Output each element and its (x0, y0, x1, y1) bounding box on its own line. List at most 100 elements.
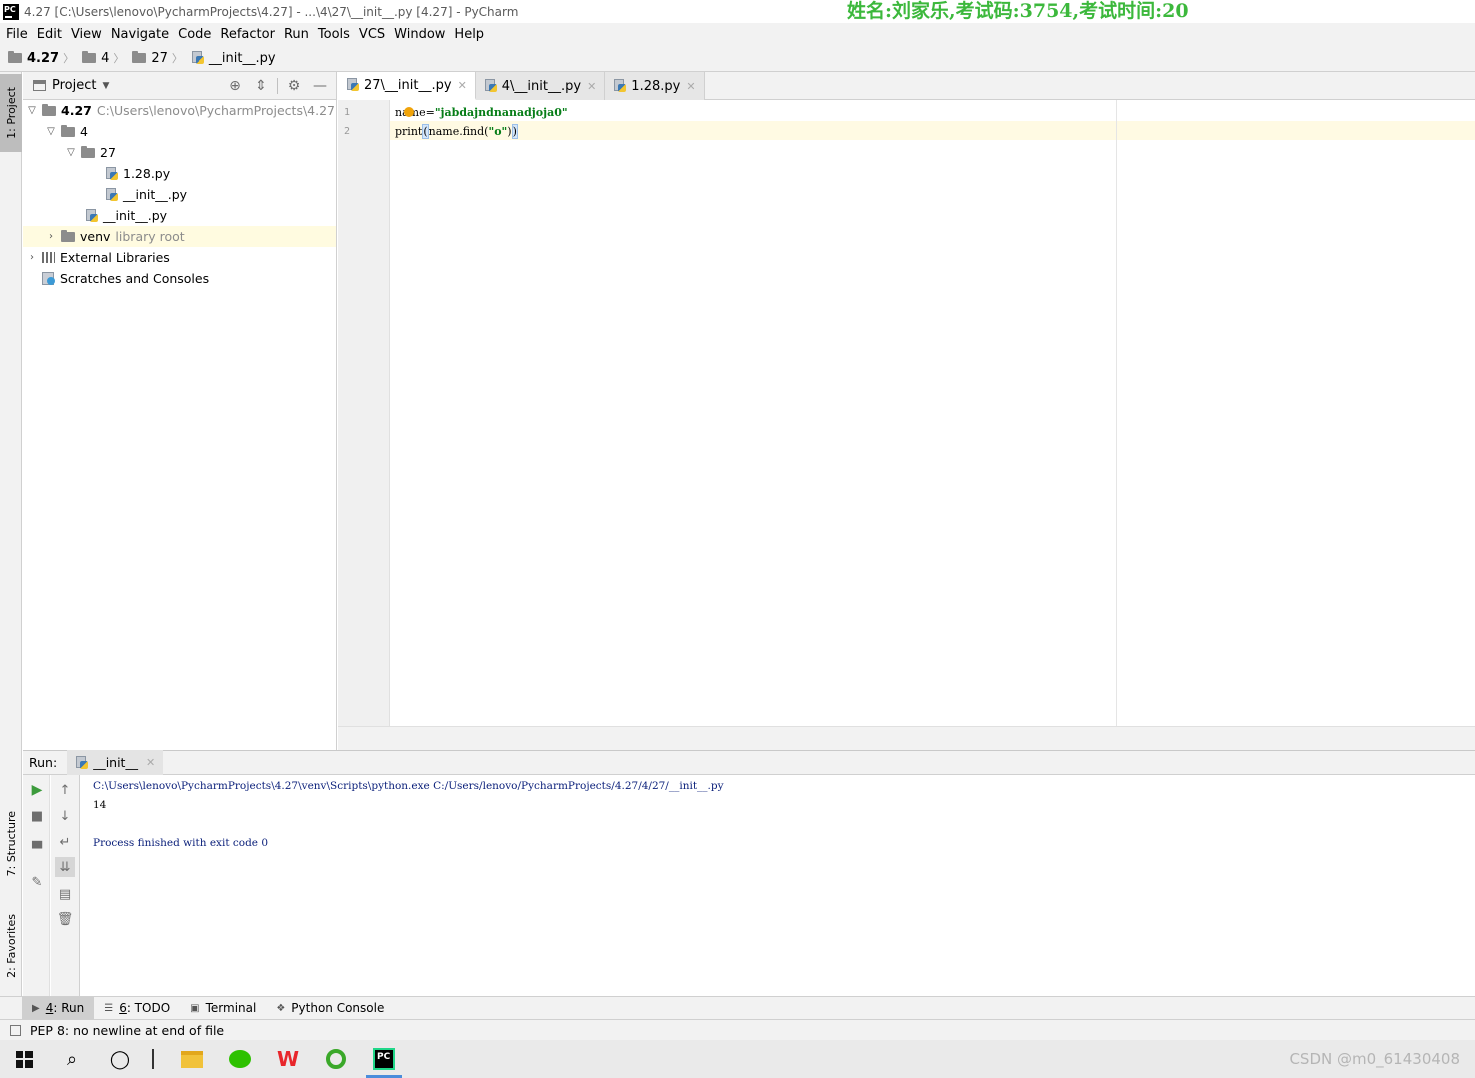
browser-icon[interactable] (312, 1040, 360, 1078)
python-file-icon (191, 51, 205, 65)
file-explorer-icon[interactable] (168, 1040, 216, 1078)
editor-tabs: 27\__init__.py ✕ 4\__init__.py ✕ 1.28.py… (338, 72, 1475, 100)
status-toggle-icon[interactable] (10, 1024, 21, 1036)
tool-window-python-console-button[interactable]: ❖ Python Console (266, 997, 394, 1020)
menu-navigate[interactable]: Navigate (107, 27, 173, 42)
locate-file-icon[interactable]: ⊕ (225, 76, 245, 96)
line-number: 1 (344, 107, 351, 118)
chevron-right-icon: 〉 (171, 52, 183, 65)
project-panel-header: Project ▼ ⊕ ⇕ ⚙ — (23, 72, 336, 100)
project-view-selector[interactable]: Project (52, 78, 96, 93)
wps-icon[interactable]: W (264, 1040, 312, 1078)
run-console[interactable]: C:\Users\lenovo\PycharmProjects\4.27\ven… (80, 775, 1475, 996)
tree-item-folder-27[interactable]: ▽ 27 (23, 142, 336, 163)
arrow-up-icon[interactable]: ↑ (55, 780, 75, 800)
scroll-to-end-icon[interactable]: ⇊ (55, 857, 75, 877)
line-number: 2 (344, 126, 351, 137)
soft-wrap-icon[interactable]: ↵ (55, 832, 75, 852)
layout-icon[interactable]: ▀ (27, 839, 47, 859)
menu-tools[interactable]: Tools (314, 27, 354, 42)
arrow-down-icon[interactable]: ↓ (55, 806, 75, 826)
cortana-icon[interactable]: ◯ (96, 1040, 144, 1078)
run-toolbar-secondary: ↑ ↓ ↵ ⇊ ▤ 🗑 (51, 775, 80, 996)
tree-item-venv[interactable]: › venv library root (23, 226, 336, 247)
tree-item-file[interactable]: __init__.py (23, 184, 336, 205)
tool-window-todo-button[interactable]: ☰ 6: TODO (94, 997, 180, 1020)
rerun-icon[interactable]: ▶ (27, 780, 47, 800)
status-message: PEP 8: no newline at end of file (30, 1022, 225, 1038)
tool-window-favorites-button[interactable]: 2: Favorites (0, 902, 22, 990)
tree-item-file[interactable]: __init__.py (23, 205, 336, 226)
tree-item-folder-4[interactable]: ▽ 4 (23, 121, 336, 142)
status-bar: PEP 8: no newline at end of file (0, 1019, 1475, 1040)
exam-banner: 姓名:刘家乐,考试码:3754,考试时间:20 (847, 0, 1189, 22)
folder-icon (82, 51, 97, 63)
chevron-down-icon[interactable]: ▼ (102, 81, 109, 91)
menu-edit[interactable]: Edit (33, 27, 66, 42)
close-icon[interactable]: ✕ (146, 756, 155, 769)
gear-icon[interactable]: ⚙ (284, 76, 304, 96)
folder-icon (8, 51, 22, 63)
code-line-2[interactable]: print(name.find("o")) (395, 122, 518, 141)
breadcrumb-file[interactable]: __init__.py (191, 51, 276, 66)
project-window-icon (33, 80, 46, 91)
menu-vcs[interactable]: VCS (355, 27, 389, 42)
chevron-down-icon[interactable]: ▽ (64, 147, 78, 158)
print-icon[interactable]: ▤ (55, 884, 75, 904)
folder-icon (42, 103, 56, 116)
hide-panel-icon[interactable]: — (310, 76, 330, 96)
library-icon (42, 252, 55, 263)
python-icon (75, 755, 89, 770)
tree-item-file[interactable]: 1.28.py (23, 163, 336, 184)
folder-icon (132, 51, 147, 63)
editor-tab-4-init[interactable]: 4\__init__.py ✕ (475, 72, 606, 100)
stop-icon[interactable]: ■ (27, 806, 47, 826)
tree-item-external-libraries[interactable]: › External Libraries (23, 247, 336, 268)
run-label: Run: (29, 755, 58, 770)
menu-help[interactable]: Help (450, 27, 488, 42)
menu-run[interactable]: Run (280, 27, 313, 42)
collapse-all-icon[interactable]: ⇕ (251, 76, 271, 96)
tool-window-project-button[interactable]: 1: Project (0, 74, 22, 152)
breadcrumb-folder-4[interactable]: 4 〉 (82, 50, 128, 66)
tree-item-root[interactable]: ▽ 4.27 C:\Users\lenovo\PycharmProjects\4… (23, 100, 336, 121)
pycharm-taskbar-icon[interactable]: PC (360, 1040, 408, 1078)
run-tab-init[interactable]: __init__ ✕ (67, 750, 164, 775)
editor-tab-1-28[interactable]: 1.28.py ✕ (605, 72, 705, 100)
chevron-down-icon[interactable]: ▽ (44, 126, 58, 137)
tool-window-structure-button[interactable]: 7: Structure (0, 802, 22, 886)
editor-tab-27-init[interactable]: 27\__init__.py ✕ (338, 72, 476, 100)
task-view-icon[interactable] (152, 1049, 154, 1069)
tree-item-scratches[interactable]: Scratches and Consoles (23, 268, 336, 289)
console-command-line: C:\Users\lenovo\PycharmProjects\4.27\ven… (93, 780, 724, 792)
menu-refactor[interactable]: Refactor (216, 27, 279, 42)
folder-icon (61, 229, 75, 242)
menu-view[interactable]: View (67, 27, 106, 42)
menu-code[interactable]: Code (174, 27, 215, 42)
editor-horizontal-scrollbar[interactable] (338, 726, 1475, 750)
search-icon[interactable]: ⌕ (48, 1040, 96, 1078)
folder-icon (81, 145, 95, 158)
run-toolbar-primary: ▶ ■ ▀ ✎ (23, 775, 50, 996)
pin-icon[interactable]: ✎ (27, 872, 47, 892)
chevron-down-icon[interactable]: ▽ (25, 105, 39, 116)
close-icon[interactable]: ✕ (458, 79, 467, 92)
close-icon[interactable]: ✕ (686, 80, 695, 93)
tool-window-bar: ▶ 4: Run ☰ 6: TODO ▣ Terminal ❖ Python C… (0, 996, 1475, 1020)
wechat-icon[interactable] (216, 1040, 264, 1078)
menu-file[interactable]: File (2, 27, 32, 42)
menu-window[interactable]: Window (390, 27, 449, 42)
code-line-1[interactable]: name= "jabdajndnanadjoja0" (395, 103, 568, 122)
chevron-right-icon[interactable]: › (25, 252, 39, 263)
trash-icon[interactable]: 🗑 (55, 909, 75, 929)
breadcrumb-project[interactable]: 4.27 〉 (8, 50, 78, 66)
close-icon[interactable]: ✕ (587, 80, 596, 93)
lightbulb-icon[interactable] (404, 107, 414, 117)
start-button[interactable] (0, 1040, 48, 1078)
chevron-right-icon[interactable]: › (44, 231, 58, 242)
code-editor[interactable]: 1 2 name= "jabdajndnanadjoja0" print(name… (338, 100, 1475, 726)
pycharm-logo-icon: PC (3, 3, 19, 20)
tool-window-terminal-button[interactable]: ▣ Terminal (180, 997, 266, 1020)
tool-window-run-button[interactable]: ▶ 4: Run (22, 996, 95, 1020)
breadcrumb-folder-27[interactable]: 27 〉 (132, 50, 187, 66)
